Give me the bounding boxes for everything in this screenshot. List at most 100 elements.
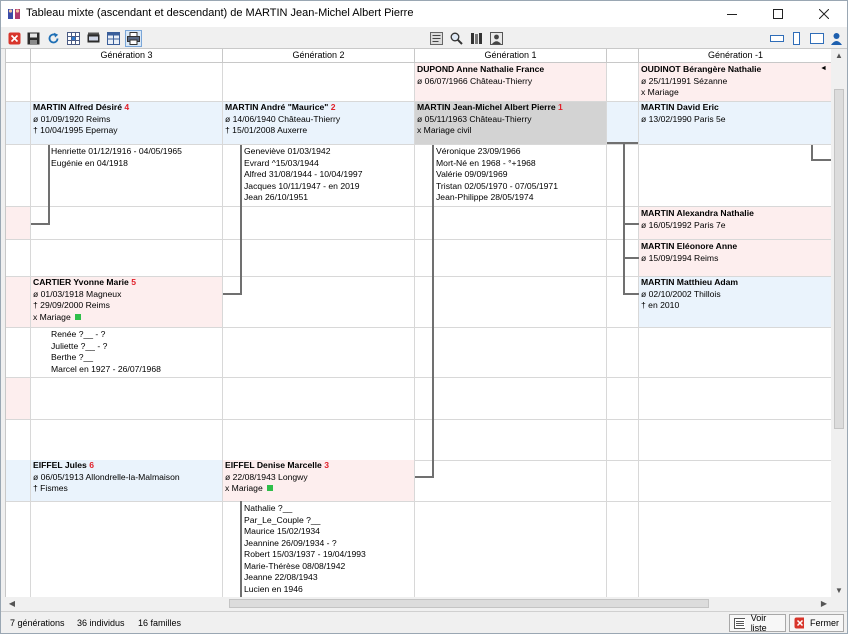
person-card-matthieu[interactable]: MARTIN Matthieu Adam ø 02/10/2002 Thillo… (639, 277, 831, 327)
person-birth: ø 25/11/1991 Sézanne (641, 75, 728, 86)
list-item[interactable]: Valérie 09/09/1969 (436, 169, 558, 181)
list-item[interactable]: Par_Le_Couple ?__ (244, 515, 366, 527)
row-marker (6, 277, 30, 327)
maximize-icon (773, 9, 783, 19)
column-header-genm1[interactable]: Génération -1 (639, 49, 831, 63)
sosa-number: 2 (330, 102, 336, 112)
list-item[interactable]: Jeanne 22/08/1943 (244, 572, 366, 584)
person-card-denise[interactable]: EIFFEL Denise Marcelle 3 ø 22/08/1943 Lo… (223, 460, 414, 501)
scroll-right-icon[interactable]: ▶ (817, 597, 831, 610)
person-card-dupond[interactable]: DUPOND Anne Nathalie France ø 06/07/1966… (415, 63, 606, 101)
row-marker (607, 102, 638, 144)
person-birth: ø 22/08/1943 Longwy (225, 471, 308, 482)
tree-connector (223, 293, 242, 295)
grid-line (6, 144, 831, 145)
family-count: 16 familles (138, 618, 182, 628)
list-item[interactable]: Marie-Thérèse 08/08/1942 (244, 561, 366, 573)
minimize-icon (727, 14, 737, 15)
close-window-button[interactable] (801, 1, 847, 27)
list-item[interactable]: Alfred 31/08/1944 - 10/04/1997 (244, 169, 363, 181)
tree-connector (415, 476, 434, 478)
scroll-left-icon[interactable]: ◀ (5, 597, 19, 610)
close-dialog-button[interactable]: Fermer (789, 614, 844, 632)
list-item[interactable]: Renée ?__ - ? (51, 329, 161, 341)
person-card-root[interactable]: MARTIN Jean-Michel Albert Pierre 1 ø 05/… (415, 102, 606, 144)
scroll-up-icon[interactable]: ▲ (832, 49, 846, 62)
person-birth: ø 01/03/1918 Magneux (33, 288, 122, 299)
list-item[interactable]: Jeannine 26/09/1934 - ? (244, 538, 366, 550)
horizontal-scrollbar[interactable]: ◀ ▶ (5, 597, 831, 610)
table-icon (107, 32, 120, 45)
list-item[interactable]: Robert 15/03/1937 - 19/04/1993 (244, 549, 366, 561)
list-item[interactable]: Marcel en 1927 - 26/07/1968 (51, 364, 161, 376)
list-item[interactable]: Jean 26/10/1951 (244, 192, 363, 204)
row-marker (6, 102, 30, 144)
table-button[interactable] (105, 30, 122, 47)
title-bar: Tableau mixte (ascendant et descendant) … (1, 1, 847, 27)
list-item[interactable]: Mort-Né en 1968 - °+1968 (436, 158, 558, 170)
layout-horizontal-button[interactable] (768, 30, 785, 47)
list-item[interactable]: Nathalie ?__ (244, 503, 366, 515)
maximize-button[interactable] (755, 1, 801, 27)
person-button[interactable] (828, 30, 845, 47)
person-card-jules[interactable]: EIFFEL Jules 6 ø 06/05/1913 Allondrelle-… (31, 460, 222, 501)
print-button[interactable] (125, 30, 142, 47)
person-card-oudinot[interactable]: OUDINOT Bérangère Nathalie ø 25/11/1991 … (639, 63, 831, 101)
refresh-button[interactable] (45, 30, 62, 47)
tree-connector (432, 145, 434, 478)
person-death: † en 2010 (641, 300, 680, 310)
layout-h-icon (769, 35, 784, 42)
layout-wide-button[interactable] (808, 30, 825, 47)
person-card-eleonore[interactable]: MARTIN Eléonore Anne ø 15/09/1994 Reims (639, 240, 831, 276)
list-item[interactable]: Jean-Philippe 28/05/1974 (436, 192, 558, 204)
tree-connector (623, 293, 639, 295)
scroll-down-icon[interactable]: ▼ (832, 584, 846, 597)
column-header-gen3[interactable]: Génération 3 (31, 49, 223, 63)
person-birth: ø 05/11/1963 Château-Thierry (417, 113, 532, 124)
list-item[interactable]: Véronique 23/09/1966 (436, 146, 558, 158)
list-item[interactable]: Maurice 15/02/1934 (244, 526, 366, 538)
sosa-number: 1 (558, 102, 563, 112)
person-card-alfred[interactable]: MARTIN Alfred Désiré 4 ø 01/09/1920 Reim… (31, 102, 222, 144)
close-view-button[interactable] (6, 30, 23, 47)
list-item[interactable]: Geneviève 01/03/1942 (244, 146, 363, 158)
column-spacer (607, 49, 639, 63)
person-card-alexandra[interactable]: MARTIN Alexandra Nathalie ø 16/05/1992 P… (639, 207, 831, 239)
view-list-button[interactable]: Voir liste (729, 613, 786, 633)
expand-arrow-icon[interactable]: ◄ (820, 65, 827, 72)
marriage-status-icon (266, 485, 273, 491)
list-item[interactable]: Juliette ?__ - ? (51, 341, 161, 353)
person-card-andre[interactable]: MARTIN André "Maurice" 2 ø 14/06/1940 Ch… (223, 102, 414, 144)
list-item[interactable]: Lucien en 1946 (244, 584, 366, 596)
books-button[interactable] (468, 30, 485, 47)
list-item[interactable]: Tristan 02/05/1970 - 07/05/1971 (436, 181, 558, 193)
minimize-button[interactable] (709, 1, 755, 27)
film-button[interactable] (85, 30, 102, 47)
list-item[interactable]: Jacques 10/11/1947 - en 2019 (244, 181, 363, 193)
column-header-gen1[interactable]: Génération 1 (415, 49, 607, 63)
person-card-button[interactable] (488, 30, 505, 47)
vertical-scrollbar[interactable]: ▲ ▼ (831, 49, 847, 597)
list-item[interactable]: Henriette 01/12/1916 - 04/05/1965 (51, 146, 182, 158)
tree-grid-button[interactable] (65, 30, 82, 47)
layout-vertical-button[interactable] (788, 30, 805, 47)
person-name: DUPOND Anne Nathalie France (417, 64, 545, 74)
person-card-yvonne[interactable]: CARTIER Yvonne Marie 5 ø 01/03/1918 Magn… (31, 277, 222, 327)
search-button[interactable] (448, 30, 465, 47)
column-header-gen2[interactable]: Génération 2 (223, 49, 415, 63)
list-item[interactable]: Evrard ^15/03/1944 (244, 158, 363, 170)
tree-connector (623, 223, 639, 225)
person-card-david[interactable]: MARTIN David Eric ø 13/02/1990 Paris 5e (639, 102, 831, 144)
person-death: † Fismes (33, 483, 68, 493)
save-button[interactable] (25, 30, 42, 47)
horizontal-scroll-thumb[interactable] (229, 599, 709, 608)
person-death: † 29/09/2000 Reims (33, 300, 110, 310)
list-item[interactable]: Berthe ?__ (51, 352, 161, 364)
person-birth: ø 01/09/1920 Reims (33, 113, 111, 124)
notes-button[interactable] (428, 30, 445, 47)
person-name: MARTIN David Eric (641, 102, 719, 112)
person-name: CARTIER Yvonne Marie (33, 277, 129, 287)
person-birth: ø 15/09/1994 Reims (641, 252, 719, 263)
list-item[interactable]: Eugénie en 04/1918 (51, 158, 182, 170)
vertical-scroll-thumb[interactable] (834, 89, 844, 429)
